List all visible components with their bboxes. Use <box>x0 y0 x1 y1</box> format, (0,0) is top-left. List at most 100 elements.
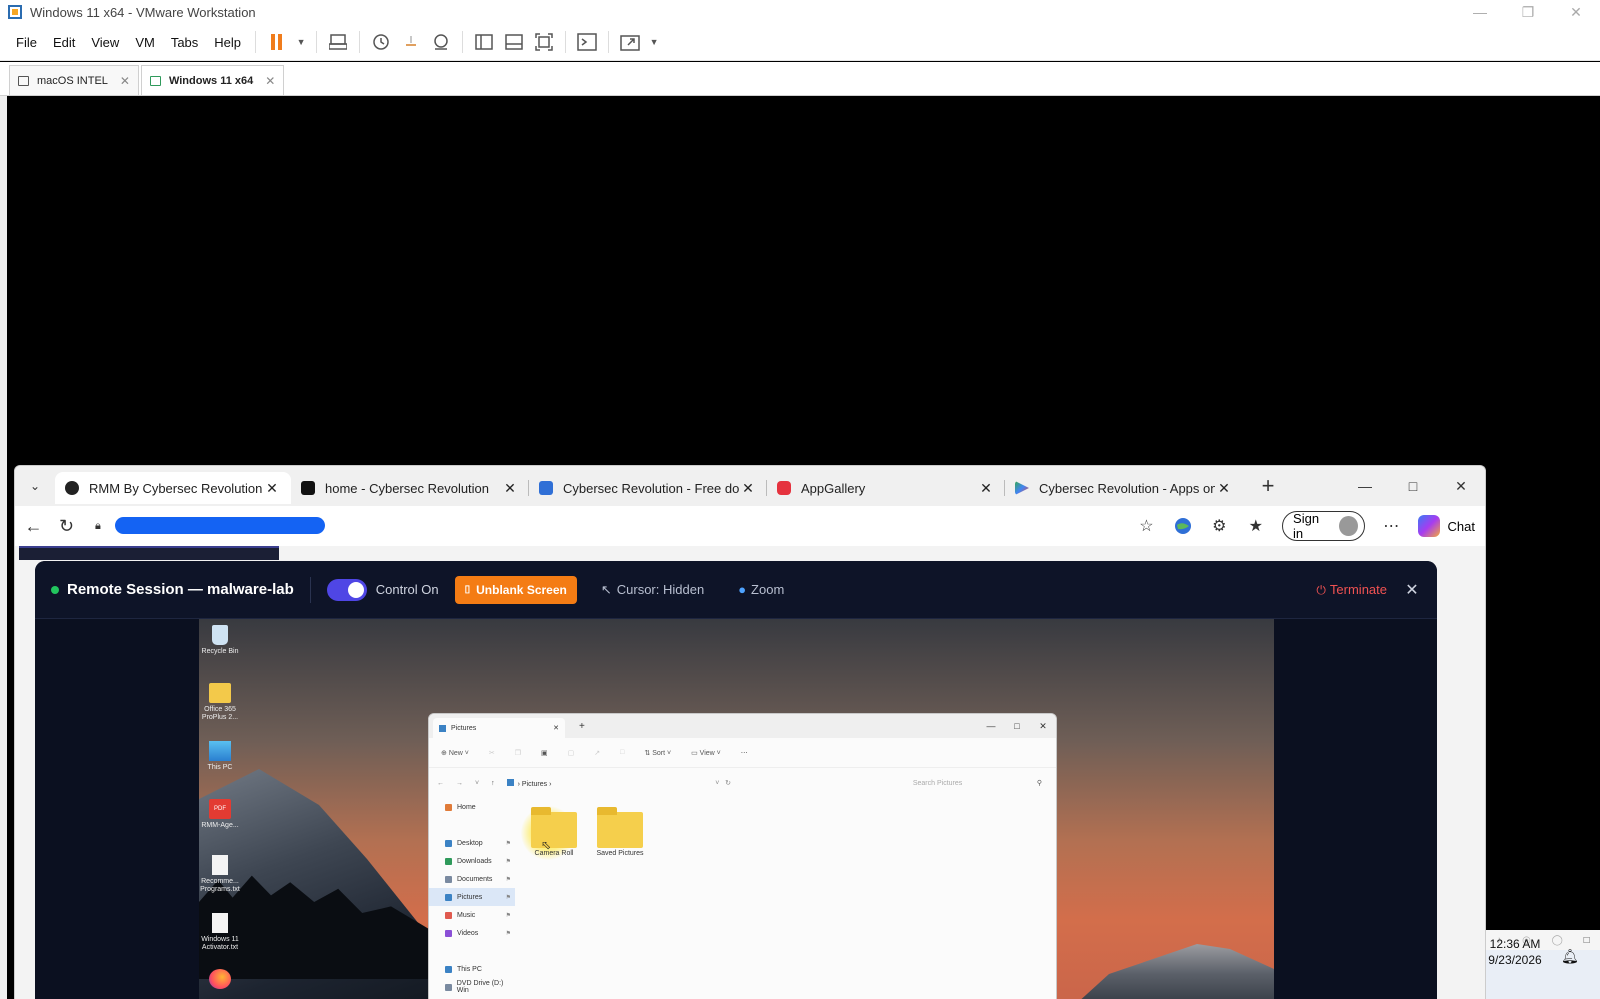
nav-item[interactable]: DVD Drive (D:) Win <box>429 978 515 996</box>
breadcrumb[interactable]: › Pictures › <box>506 778 551 788</box>
vm-tab-macos[interactable]: macOS INTEL ✕ <box>9 65 139 95</box>
search-input[interactable]: Search Pictures <box>913 780 1023 787</box>
close-button[interactable]: ✕ <box>1030 721 1056 732</box>
desktop-icon-activator[interactable]: Windows 11 Activator.txt <box>199 913 241 952</box>
close-button[interactable]: ✕ <box>1552 0 1600 24</box>
close-icon[interactable]: ✕ <box>120 74 130 88</box>
tab-actions-chevron-icon[interactable]: ⌄ <box>15 469 55 503</box>
rename-icon[interactable]: ▢ <box>568 749 575 757</box>
menu-file[interactable]: File <box>8 35 45 50</box>
folder-camera-roll[interactable]: Camera Roll <box>529 807 579 857</box>
close-session-icon[interactable]: ✕ <box>1387 580 1437 600</box>
sign-in-button[interactable]: Sign in <box>1282 511 1366 541</box>
full-screen-icon[interactable] <box>531 29 557 55</box>
copilot-chat-button[interactable]: Chat <box>1417 515 1475 537</box>
menu-vm[interactable]: VM <box>127 35 163 50</box>
browser-tab-appgallery[interactable]: AppGallery ✕ <box>767 472 1005 504</box>
nav-item[interactable]: This PC <box>429 960 515 978</box>
favorites-list-icon[interactable]: ★ <box>1238 510 1274 542</box>
desktop-icon-firefox[interactable] <box>199 969 241 992</box>
explorer-tab-pictures[interactable]: Pictures ✕ <box>433 718 565 738</box>
nav-item[interactable]: Home <box>429 798 515 816</box>
send-keys-icon[interactable] <box>325 29 351 55</box>
close-icon[interactable]: ✕ <box>263 480 281 497</box>
close-icon[interactable]: ✕ <box>739 480 757 497</box>
extensions-puzzle-icon[interactable]: ⚙ <box>1201 510 1237 542</box>
console-icon[interactable] <box>574 29 600 55</box>
notes-icon[interactable]: □ <box>1584 935 1590 946</box>
menu-view[interactable]: View <box>83 35 127 50</box>
browser-tab-home[interactable]: home - Cybersec Revolution ✕ <box>291 472 529 504</box>
browser-tab-free-download[interactable]: Cybersec Revolution - Free down ✕ <box>529 472 767 504</box>
nav-item[interactable]: Downloads ⚑ <box>429 852 515 870</box>
notification-bell-icon[interactable]: 🔔︎ <box>1561 948 1579 965</box>
stretch-guest-icon[interactable] <box>617 29 643 55</box>
forward-arrow-icon[interactable]: → <box>456 780 463 787</box>
sort-button[interactable]: ⇅ Sort ˅ <box>644 749 671 757</box>
maximize-button[interactable]: □ <box>1389 469 1437 503</box>
nav-item[interactable]: Desktop ⚑ <box>429 834 515 852</box>
desktop-icon-office[interactable]: Office 365 ProPlus 2... <box>199 683 241 722</box>
nav-item[interactable]: Pictures ⚑ <box>429 888 515 906</box>
paste-icon[interactable]: ▣ <box>541 749 548 757</box>
up-arrow-icon[interactable]: ↑ <box>491 780 495 787</box>
snapshot-manager-icon[interactable] <box>428 29 454 55</box>
cursor-visibility-button[interactable]: ↖ Cursor: Hidden <box>601 582 704 598</box>
close-icon[interactable]: ✕ <box>265 74 275 88</box>
copy-icon[interactable]: ❐ <box>515 749 521 757</box>
vm-tab-windows11[interactable]: Windows 11 x64 ✕ <box>140 65 285 95</box>
nav-item[interactable]: Music ⚑ <box>429 906 515 924</box>
chevron-down-icon[interactable]: ˅ <box>475 780 479 787</box>
minimize-button[interactable]: — <box>978 721 1004 732</box>
close-icon[interactable]: ✕ <box>553 724 559 732</box>
browser-tab-google-play[interactable]: Cybersec Revolution - Apps on G ✕ <box>1005 472 1243 504</box>
maximize-button[interactable]: □ <box>1004 721 1030 732</box>
nav-item[interactable]: Documents ⚑ <box>429 870 515 888</box>
terminate-button[interactable]: ⏻ Terminate <box>1316 582 1387 598</box>
restore-button[interactable]: ❐ <box>1504 0 1552 24</box>
desktop-icon-this-pc[interactable]: This PC <box>199 741 241 772</box>
minimize-button[interactable]: — <box>1456 0 1504 24</box>
close-icon[interactable]: ✕ <box>501 480 519 497</box>
share-icon[interactable]: ↗ <box>594 749 600 757</box>
new-button[interactable]: ⊕ New ˅ <box>441 749 469 757</box>
new-tab-plus-icon[interactable]: + <box>579 721 585 732</box>
thumbnail-bar-icon[interactable] <box>501 29 527 55</box>
close-button[interactable]: ✕ <box>1437 469 1485 503</box>
folder-saved-pictures[interactable]: Saved Pictures <box>595 807 645 857</box>
delete-icon[interactable]: □ <box>620 749 624 756</box>
favorite-star-icon[interactable]: ☆ <box>1128 510 1164 542</box>
desktop-icon-recommended[interactable]: Recomme... Programs.txt <box>199 855 241 894</box>
desktop-icon-rmm-agent[interactable]: PDF RMM-Age... <box>199 799 241 830</box>
refresh-icon[interactable]: ˅ ↻ <box>715 779 731 787</box>
sidebar-toggle-icon[interactable] <box>471 29 497 55</box>
zoom-button[interactable]: ● Zoom <box>738 582 784 597</box>
remote-desktop-screen[interactable]: Recycle Bin Office 365 ProPlus 2... This… <box>199 619 1274 999</box>
search-icon[interactable]: ⚲ <box>1037 779 1042 787</box>
control-toggle[interactable] <box>326 578 367 601</box>
more-options-icon[interactable]: ⋯ <box>1373 510 1409 542</box>
nav-item[interactable]: Videos ⚑ <box>429 924 515 942</box>
desktop-icon-recycle-bin[interactable]: Recycle Bin <box>199 625 241 656</box>
menu-tabs[interactable]: Tabs <box>163 35 206 50</box>
back-arrow-icon[interactable]: ← <box>17 509 50 543</box>
browser-tab-rmm[interactable]: RMM By Cybersec Revolution ✕ <box>55 472 291 504</box>
pause-icon[interactable] <box>264 29 290 55</box>
unblank-screen-button[interactable]: ▯ Unblank Screen <box>454 575 577 604</box>
cut-icon[interactable]: ✂ <box>489 749 495 757</box>
taskbar-clock[interactable]: 12:36 AM 9/23/2026 <box>1472 936 1558 968</box>
menu-help[interactable]: Help <box>206 35 249 50</box>
file-explorer-window[interactable]: Pictures ✕ + — □ ✕ ⊕ New ˅ ✂ ❐ ▣ ▢ ↗ □ ⇅… <box>428 713 1057 999</box>
refresh-icon[interactable]: ↻ <box>50 509 83 543</box>
snapshot-icon[interactable] <box>368 29 394 55</box>
view-button[interactable]: ▭ View ˅ <box>691 749 721 757</box>
chevron-down-icon[interactable]: ▼ <box>294 29 308 55</box>
extension-globe-icon[interactable] <box>1165 510 1201 542</box>
menu-edit[interactable]: Edit <box>45 35 83 50</box>
minimize-button[interactable]: — <box>1341 469 1389 503</box>
address-input[interactable]: 🔒︎ <box>89 511 1129 541</box>
back-arrow-icon[interactable]: ← <box>437 780 444 787</box>
revert-snapshot-icon[interactable] <box>398 29 424 55</box>
more-options-icon[interactable]: ⋯ <box>741 749 748 757</box>
new-tab-plus-icon[interactable]: + <box>1251 469 1285 503</box>
